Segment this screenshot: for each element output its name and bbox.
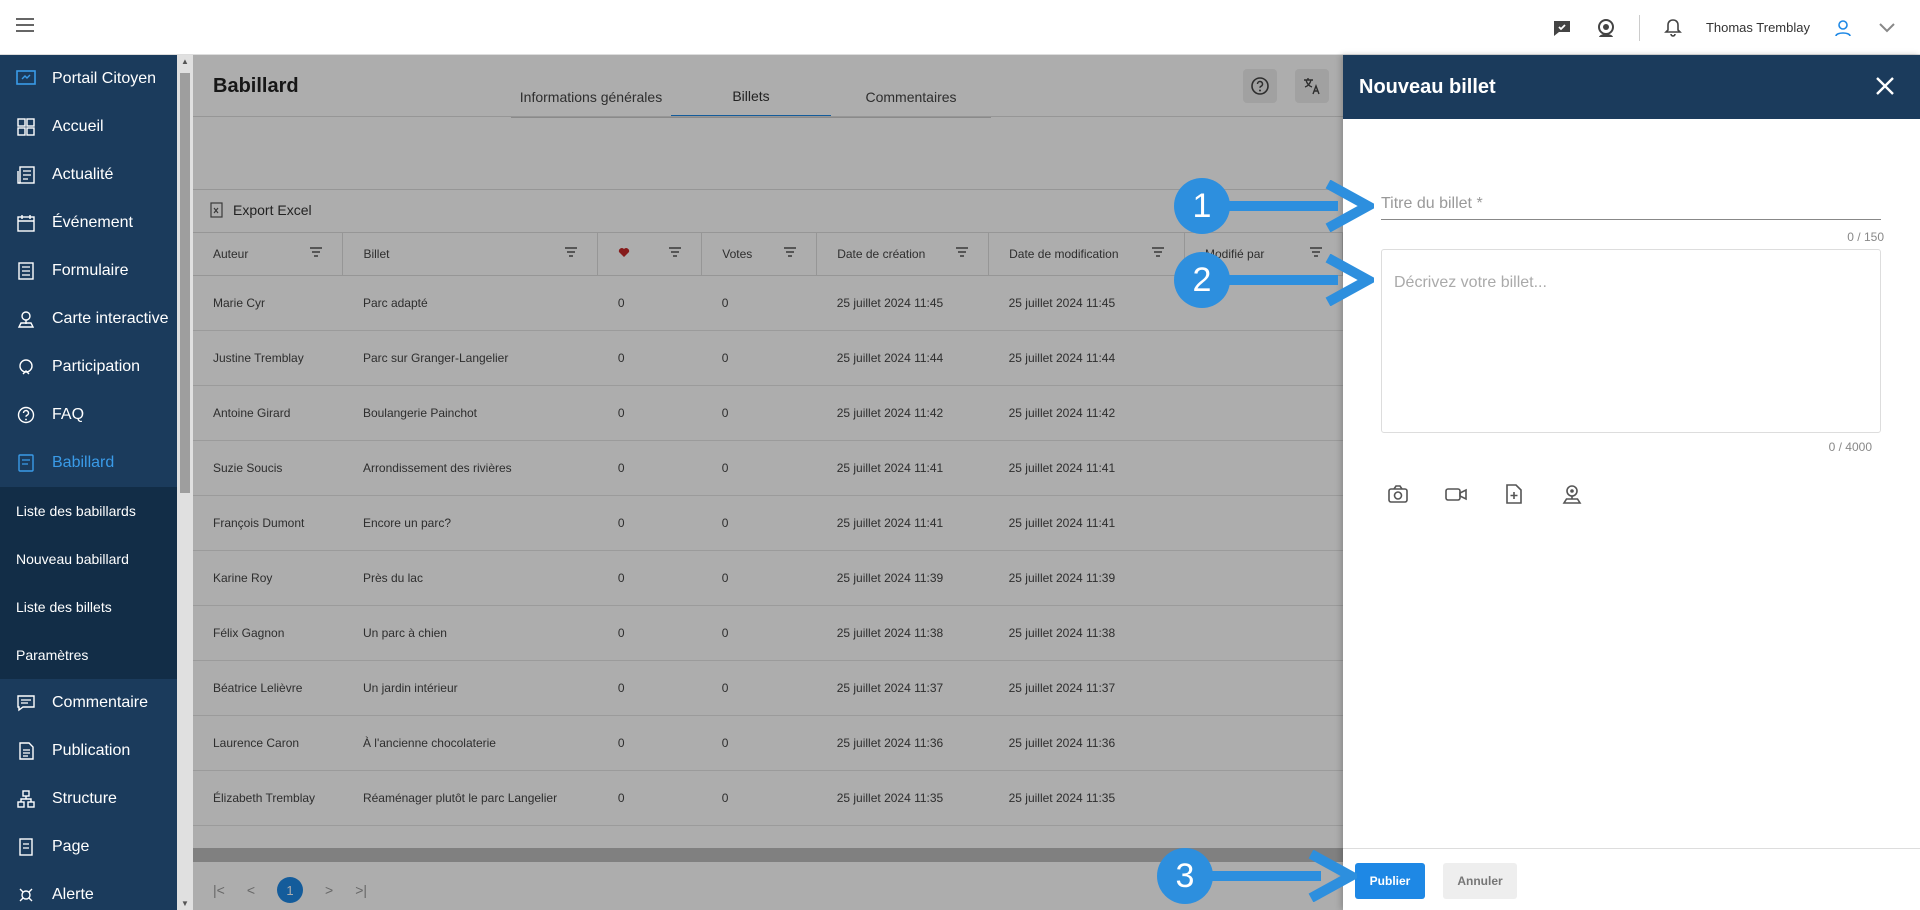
sidebar-item-page[interactable]: Page (0, 823, 177, 871)
top-bar: Thomas Tremblay (0, 0, 1920, 55)
cancel-button[interactable]: Annuler (1443, 863, 1517, 899)
sidebar-item-label: Actualité (52, 166, 114, 183)
divider (1638, 14, 1640, 41)
sidebar-item-carte[interactable]: Carte interactive (0, 295, 177, 343)
sidebar-item-formulaire[interactable]: Formulaire (0, 247, 177, 295)
news-icon (16, 165, 36, 185)
callout-arrow (1211, 850, 1357, 902)
sidebar-item-label: Babillard (52, 454, 115, 471)
sidebar-item-label: Commentaire (52, 694, 149, 711)
drawer-title: Nouveau billet (1359, 75, 1496, 98)
chevron-down-icon[interactable] (1876, 17, 1898, 39)
sidebar-item-label: FAQ (52, 406, 85, 423)
menu-icon[interactable] (16, 18, 34, 32)
title-char-count: 0 / 150 (1847, 230, 1884, 244)
bell-icon[interactable] (1662, 17, 1684, 39)
sidebar-item-label: Participation (52, 358, 141, 375)
callout-badge: 3 (1157, 848, 1213, 904)
sidebar-item-label: Événement (52, 214, 133, 231)
camera-icon[interactable] (1387, 483, 1409, 505)
sidebar-subitem-parametres[interactable]: Paramètres (0, 631, 177, 679)
new-ticket-drawer: Nouveau billet Titre du billet * 0 / 150… (1343, 55, 1920, 910)
scroll-down-icon[interactable]: ▼ (181, 899, 189, 908)
sidebar-item-participation[interactable]: Participation (0, 343, 177, 391)
sidebar-item-actualite[interactable]: Actualité (0, 151, 177, 199)
sidebar-item-structure[interactable]: Structure (0, 775, 177, 823)
drawer-header: Nouveau billet (1343, 55, 1920, 119)
sidebar-subitem-liste-babillards[interactable]: Liste des babillards (0, 487, 177, 535)
sidebar-item-label: Page (52, 838, 90, 855)
portal-icon (16, 69, 36, 89)
sidebar-item-label: Alerte (52, 886, 94, 903)
sidebar-item-label: Formulaire (52, 262, 129, 279)
callout-badge: 2 (1174, 252, 1230, 308)
location-icon[interactable] (1561, 483, 1583, 505)
modal-backdrop[interactable] (193, 55, 1343, 910)
sidebar-scrollbar[interactable]: ▲ ▼ (177, 55, 193, 910)
sidebar-item-publication[interactable]: Publication (0, 727, 177, 775)
structure-icon (16, 789, 36, 809)
ticket-description-textarea[interactable]: Décrivez votre billet... (1381, 249, 1881, 433)
page-icon (16, 837, 36, 857)
user-name[interactable]: Thomas Tremblay (1706, 20, 1810, 35)
attach-file-icon[interactable] (1503, 483, 1525, 505)
top-bar-actions: Thomas Tremblay (1551, 0, 1898, 55)
publication-icon (16, 741, 36, 761)
user-icon[interactable] (1832, 17, 1854, 39)
description-char-count: 0 / 4000 (1828, 440, 1872, 454)
sidebar-item-commentaire[interactable]: Commentaire (0, 679, 177, 727)
sidebar-item-faq[interactable]: FAQ (0, 391, 177, 439)
map-pin-icon (16, 309, 36, 329)
sidebar-subitem-liste-billets[interactable]: Liste des billets (0, 583, 177, 631)
calendar-icon (16, 213, 36, 233)
sidebar-subitem-nouveau-babillard[interactable]: Nouveau babillard (0, 535, 177, 583)
callout-badge: 1 (1174, 178, 1230, 234)
scroll-up-icon[interactable]: ▲ (181, 57, 189, 66)
form-icon (16, 261, 36, 281)
sidebar-item-label: Portail Citoyen (52, 70, 157, 87)
sidebar-item-label: Carte interactive (52, 310, 169, 327)
question-icon (16, 405, 36, 425)
sidebar-item-label: Structure (52, 790, 117, 807)
board-icon (16, 453, 36, 473)
sidebar-item-label: Accueil (52, 118, 104, 135)
sidebar-item-label: Publication (52, 742, 131, 759)
sidebar-item-evenement[interactable]: Événement (0, 199, 177, 247)
dashboard-icon (16, 117, 36, 137)
sidebar: Portail Citoyen Accueil Actualité Événem… (0, 55, 177, 910)
feedback-icon[interactable] (1551, 17, 1573, 39)
alert-icon (16, 885, 36, 905)
support-agent-icon[interactable] (1595, 17, 1617, 39)
sidebar-item-accueil[interactable]: Accueil (0, 103, 177, 151)
media-actions (1387, 483, 1583, 505)
sidebar-item-portail[interactable]: Portail Citoyen (0, 55, 177, 103)
participation-icon (16, 357, 36, 377)
callout-arrow (1228, 254, 1374, 306)
sidebar-item-babillard[interactable]: Babillard (0, 439, 177, 487)
drawer-footer: Publier Annuler (1343, 848, 1920, 910)
callout-arrow (1228, 180, 1374, 232)
video-icon[interactable] (1445, 483, 1467, 505)
sidebar-item-alerte[interactable]: Alerte (0, 871, 177, 910)
publish-button[interactable]: Publier (1355, 863, 1425, 899)
scrollbar-thumb[interactable] (180, 73, 190, 493)
ticket-title-input[interactable]: Titre du billet * (1381, 195, 1881, 220)
close-icon[interactable] (1874, 75, 1896, 97)
comment-icon (16, 693, 36, 713)
